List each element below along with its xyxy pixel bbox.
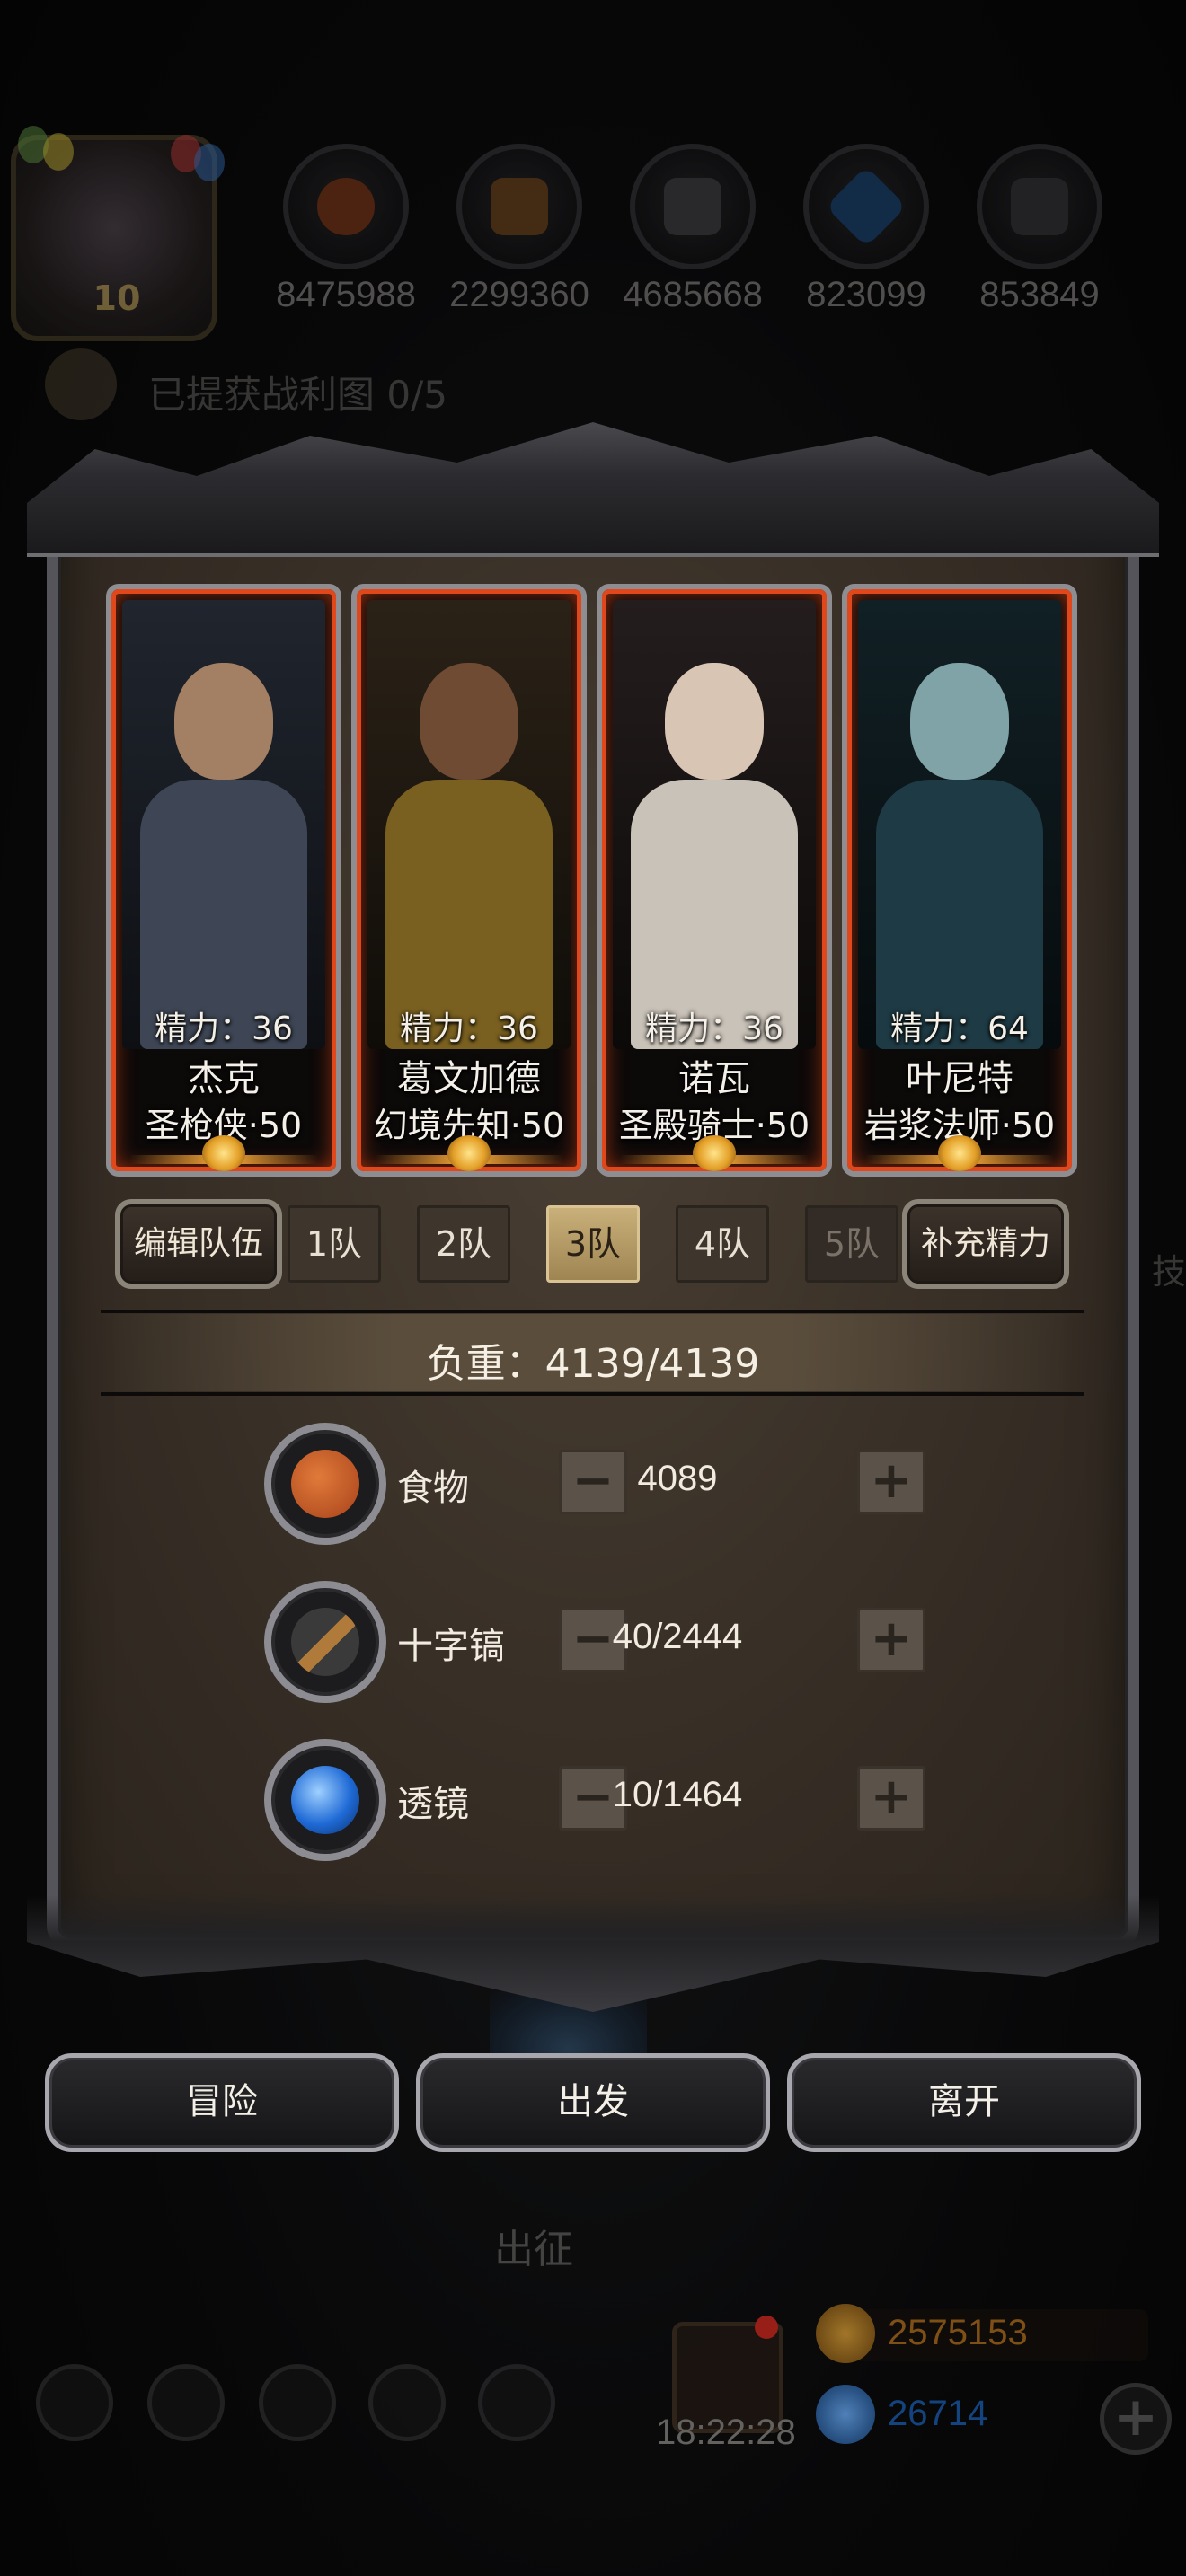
star-emblem-icon [693,1135,736,1171]
hero-portrait [613,600,816,1049]
tab-team-5[interactable]: 5队 [805,1205,898,1283]
hero-portrait [858,600,1061,1049]
tab-team-4[interactable]: 4队 [676,1205,769,1283]
hero-portrait [367,600,571,1049]
item-name: 十字镐 [397,1626,505,1667]
tab-team-2[interactable]: 2队 [417,1205,510,1283]
hero-head [420,663,518,780]
increase-button[interactable]: + [857,1450,925,1514]
hero-head [174,663,273,780]
meat-icon [264,1423,386,1545]
depart-button[interactable]: 出发 [416,2053,770,2152]
refill-stamina-button[interactable]: 补充精力 [902,1199,1069,1289]
load-capacity: 负重：4139/4139 [426,1341,760,1387]
tab-team-1[interactable]: 1队 [288,1205,381,1283]
increase-button[interactable]: + [857,1766,925,1831]
edit-team-button[interactable]: 编辑队伍 [115,1199,282,1289]
hero-card[interactable]: 精力：36 葛文加德 幻境先知·50 [351,584,587,1177]
hero-name: 葛文加德 [397,1058,541,1099]
panel-ornament-top [27,422,1159,557]
hero-name: 诺瓦 [678,1058,750,1099]
item-quantity: 4089 [637,1459,718,1498]
leave-button[interactable]: 离开 [787,2053,1141,2152]
item-name: 食物 [397,1468,469,1509]
hero-stamina: 精力：36 [155,1010,293,1047]
hero-card[interactable]: 精力：36 诺瓦 圣殿骑士·50 [597,584,832,1177]
star-emblem-icon [202,1135,245,1171]
pickaxe-icon [264,1581,386,1703]
item-name: 透镜 [397,1784,469,1825]
hero-portrait [122,600,325,1049]
tab-team-3[interactable]: 3队 [546,1205,640,1283]
hero-stamina: 精力：64 [890,1010,1029,1047]
hero-name: 杰克 [188,1058,260,1099]
hero-head [665,663,764,780]
supply-row-lens: 透镜 − 10/1464 + [264,1739,983,1865]
adventure-button[interactable]: 冒险 [45,2053,399,2152]
hero-head [910,663,1009,780]
panel-ornament-bottom [27,1895,1159,2012]
divider [101,1392,1084,1396]
item-quantity: 10/1464 [612,1775,743,1814]
item-quantity: 40/2444 [612,1617,743,1656]
hero-name: 叶尼特 [906,1058,1013,1099]
divider [101,1310,1084,1313]
hero-stamina: 精力：36 [400,1010,538,1047]
star-emblem-icon [447,1135,491,1171]
hero-stamina: 精力：36 [645,1010,783,1047]
supply-row-food: 食物 − 4089 + [264,1423,983,1548]
star-emblem-icon [938,1135,981,1171]
hero-card[interactable]: 精力：36 杰克 圣枪侠·50 [106,584,341,1177]
hero-card[interactable]: 精力：64 叶尼特 岩浆法师·50 [842,584,1077,1177]
lens-icon [264,1739,386,1861]
increase-button[interactable]: + [857,1608,925,1672]
supply-row-pickaxe: 十字镐 − 40/2444 + [264,1581,983,1707]
